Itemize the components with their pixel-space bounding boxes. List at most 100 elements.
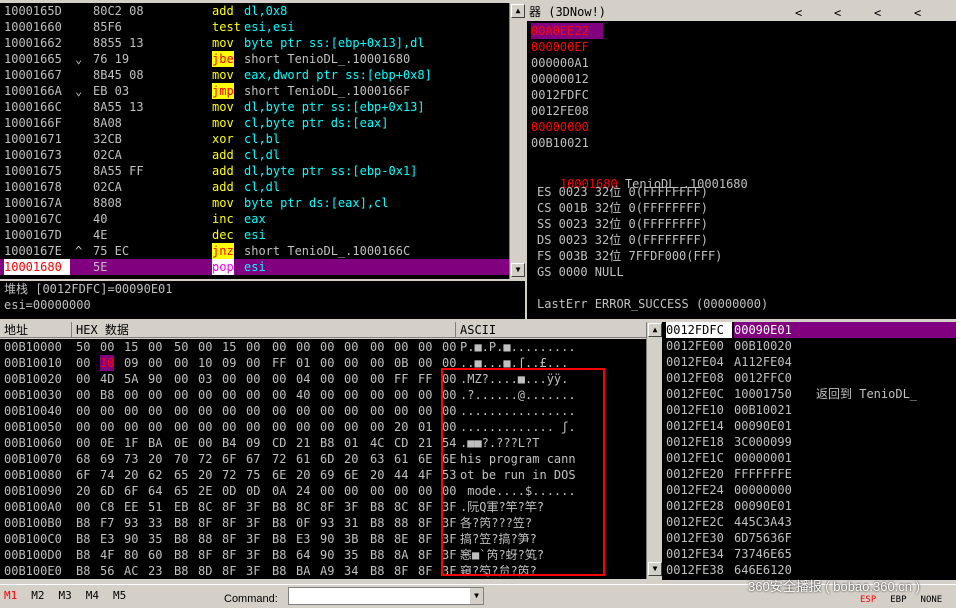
hex-byte[interactable]: 15 <box>222 339 236 355</box>
hex-byte[interactable]: B4 <box>222 435 236 451</box>
hex-byte[interactable]: 63 <box>370 451 384 467</box>
stack-row[interactable]: 0012FE34 73746E65 <box>662 546 956 562</box>
hex-byte[interactable]: B8 <box>174 531 188 547</box>
scroll-up-button[interactable]: ▲ <box>648 323 662 337</box>
hex-byte[interactable]: 00 <box>100 403 114 419</box>
hex-byte[interactable]: 01 <box>418 419 432 435</box>
hex-byte[interactable]: 00 <box>198 435 212 451</box>
memory-tabs[interactable]: M1 M2 M3 M4 M5 <box>4 588 140 604</box>
hex-byte[interactable]: 6E <box>272 467 286 483</box>
hex-byte[interactable]: B8 <box>272 515 286 531</box>
disasm-row[interactable]: 10001675 8A55 FF add dl,byte ptr ss:[ebp-0x… <box>0 163 509 179</box>
hex-byte[interactable]: 0E <box>100 435 114 451</box>
hex-byte[interactable]: 00 <box>174 403 188 419</box>
hex-byte[interactable]: 61 <box>296 451 310 467</box>
hex-byte[interactable]: 00 <box>198 403 212 419</box>
hex-byte[interactable]: 21 <box>418 435 432 451</box>
hex-byte[interactable]: FF <box>394 371 408 387</box>
hex-byte[interactable]: 6F <box>76 467 90 483</box>
hex-byte[interactable]: 00 <box>370 355 384 371</box>
hex-byte[interactable]: 23 <box>148 563 162 579</box>
hex-byte[interactable]: 56 <box>100 563 114 579</box>
hex-byte[interactable]: B8 <box>100 387 114 403</box>
disasm-row[interactable]: 10001662 8855 13 mov byte ptr ss:[ebp+0x13]… <box>0 35 509 51</box>
hex-byte[interactable]: 67 <box>246 451 260 467</box>
dump-pane[interactable]: 00B10000 50 00 15 00 50 00 15 00 00 00 00 00 00 00 00 00… <box>0 339 646 579</box>
hex-byte[interactable]: 8F <box>222 515 236 531</box>
hex-byte[interactable]: 00 <box>296 339 310 355</box>
hex-byte[interactable]: 09 <box>124 355 138 371</box>
hex-byte[interactable]: 00 <box>198 419 212 435</box>
hex-byte[interactable]: 44 <box>394 467 408 483</box>
hex-byte[interactable]: 50 <box>76 339 90 355</box>
hex-byte[interactable]: 20 <box>76 483 90 499</box>
hex-byte[interactable]: 00 <box>76 419 90 435</box>
stack-row[interactable]: 0012FE1C 00000001 <box>662 450 956 466</box>
hex-byte[interactable]: 8A <box>394 547 408 563</box>
disasm-row[interactable]: 10001680 5E pop esi <box>0 259 509 275</box>
stack-row[interactable]: 0012FDFC 00090E01 <box>662 322 956 338</box>
hex-byte[interactable]: 00 <box>394 403 408 419</box>
hex-byte[interactable]: 00 <box>320 483 334 499</box>
command-dropdown-button[interactable]: ▼ <box>470 588 483 604</box>
hex-byte[interactable]: 8F <box>198 515 212 531</box>
nav-left-icon[interactable]: < <box>834 4 841 22</box>
hex-byte[interactable]: 00 <box>370 419 384 435</box>
hex-byte[interactable]: B8 <box>370 499 384 515</box>
disasm-row[interactable]: 1000167C 40 inc eax <box>0 211 509 227</box>
hex-byte[interactable]: 0E <box>174 435 188 451</box>
memory-tab[interactable]: M3 <box>59 589 72 602</box>
hex-byte[interactable]: 8C <box>296 499 310 515</box>
hex-byte[interactable]: 09 <box>222 355 236 371</box>
hex-byte[interactable]: 24 <box>296 483 310 499</box>
hex-byte[interactable]: 68 <box>76 451 90 467</box>
hex-byte[interactable]: 51 <box>148 499 162 515</box>
hex-byte[interactable]: 00 <box>344 339 358 355</box>
hex-byte[interactable]: 00 <box>296 403 310 419</box>
hex-byte[interactable]: F7 <box>100 515 114 531</box>
hex-byte[interactable]: 00 <box>272 339 286 355</box>
stack-row[interactable]: 0012FE14 00090E01 <box>662 418 956 434</box>
hex-byte[interactable]: 75 <box>246 467 260 483</box>
hex-byte[interactable]: 33 <box>148 515 162 531</box>
stack-pane[interactable]: 0012FDFC 00090E01 0012FE00 00B10020 0012FE04… <box>662 322 956 580</box>
hex-byte[interactable]: FF <box>272 355 286 371</box>
hex-byte[interactable]: BA <box>148 435 162 451</box>
hex-byte[interactable]: 00 <box>76 435 90 451</box>
hex-byte[interactable]: 00 <box>124 387 138 403</box>
command-input[interactable] <box>288 587 484 605</box>
hex-byte[interactable]: 00 <box>320 355 334 371</box>
hex-byte[interactable]: 00 <box>222 371 236 387</box>
hex-byte[interactable]: 00 <box>124 419 138 435</box>
disasm-row[interactable]: 10001665 ⌄ 76 19 jbe short TenioDL_.10001680 <box>0 51 509 67</box>
hex-byte[interactable]: 93 <box>320 515 334 531</box>
stack-row[interactable]: 0012FE38 646E6120 <box>662 562 956 578</box>
hex-byte[interactable]: 03 <box>198 371 212 387</box>
hex-byte[interactable]: 00 <box>148 355 162 371</box>
hex-byte[interactable]: 00 <box>222 419 236 435</box>
hex-byte[interactable]: 31 <box>344 515 358 531</box>
hex-byte[interactable]: 00 <box>344 419 358 435</box>
hex-byte[interactable]: CD <box>394 435 408 451</box>
stack-row[interactable]: 0012FE08 0012FFC0 <box>662 370 956 386</box>
hex-byte[interactable]: 73 <box>124 451 138 467</box>
hex-byte[interactable]: 8F <box>394 563 408 579</box>
hex-byte[interactable]: 00 <box>344 355 358 371</box>
stack-row[interactable]: 0012FE18 3C000099 <box>662 434 956 450</box>
register-value[interactable]: 00A0EE22 <box>531 23 603 39</box>
hex-byte[interactable]: 8F <box>418 547 432 563</box>
hex-byte[interactable]: 00 <box>76 387 90 403</box>
hex-byte[interactable]: B8 <box>272 531 286 547</box>
dump-header-ascii[interactable]: ASCII <box>456 322 646 338</box>
register-value[interactable]: 0012FE08 <box>531 103 603 119</box>
hex-byte[interactable]: 0D <box>246 483 260 499</box>
hex-byte[interactable]: 90 <box>124 531 138 547</box>
scroll-down-button[interactable]: ▼ <box>648 562 662 576</box>
segment-registers[interactable]: ES 0023 32位 0(FFFFFFFF) CS 001B 32位 0(FFF… <box>537 184 722 280</box>
hex-byte[interactable]: 00 <box>370 483 384 499</box>
hex-byte[interactable]: 09 <box>246 435 260 451</box>
hex-byte[interactable]: 90 <box>320 547 334 563</box>
hex-byte[interactable]: 00 <box>370 403 384 419</box>
hex-byte[interactable]: 8C <box>394 499 408 515</box>
dump-scrollbar[interactable]: ▲ ▼ <box>646 322 662 579</box>
